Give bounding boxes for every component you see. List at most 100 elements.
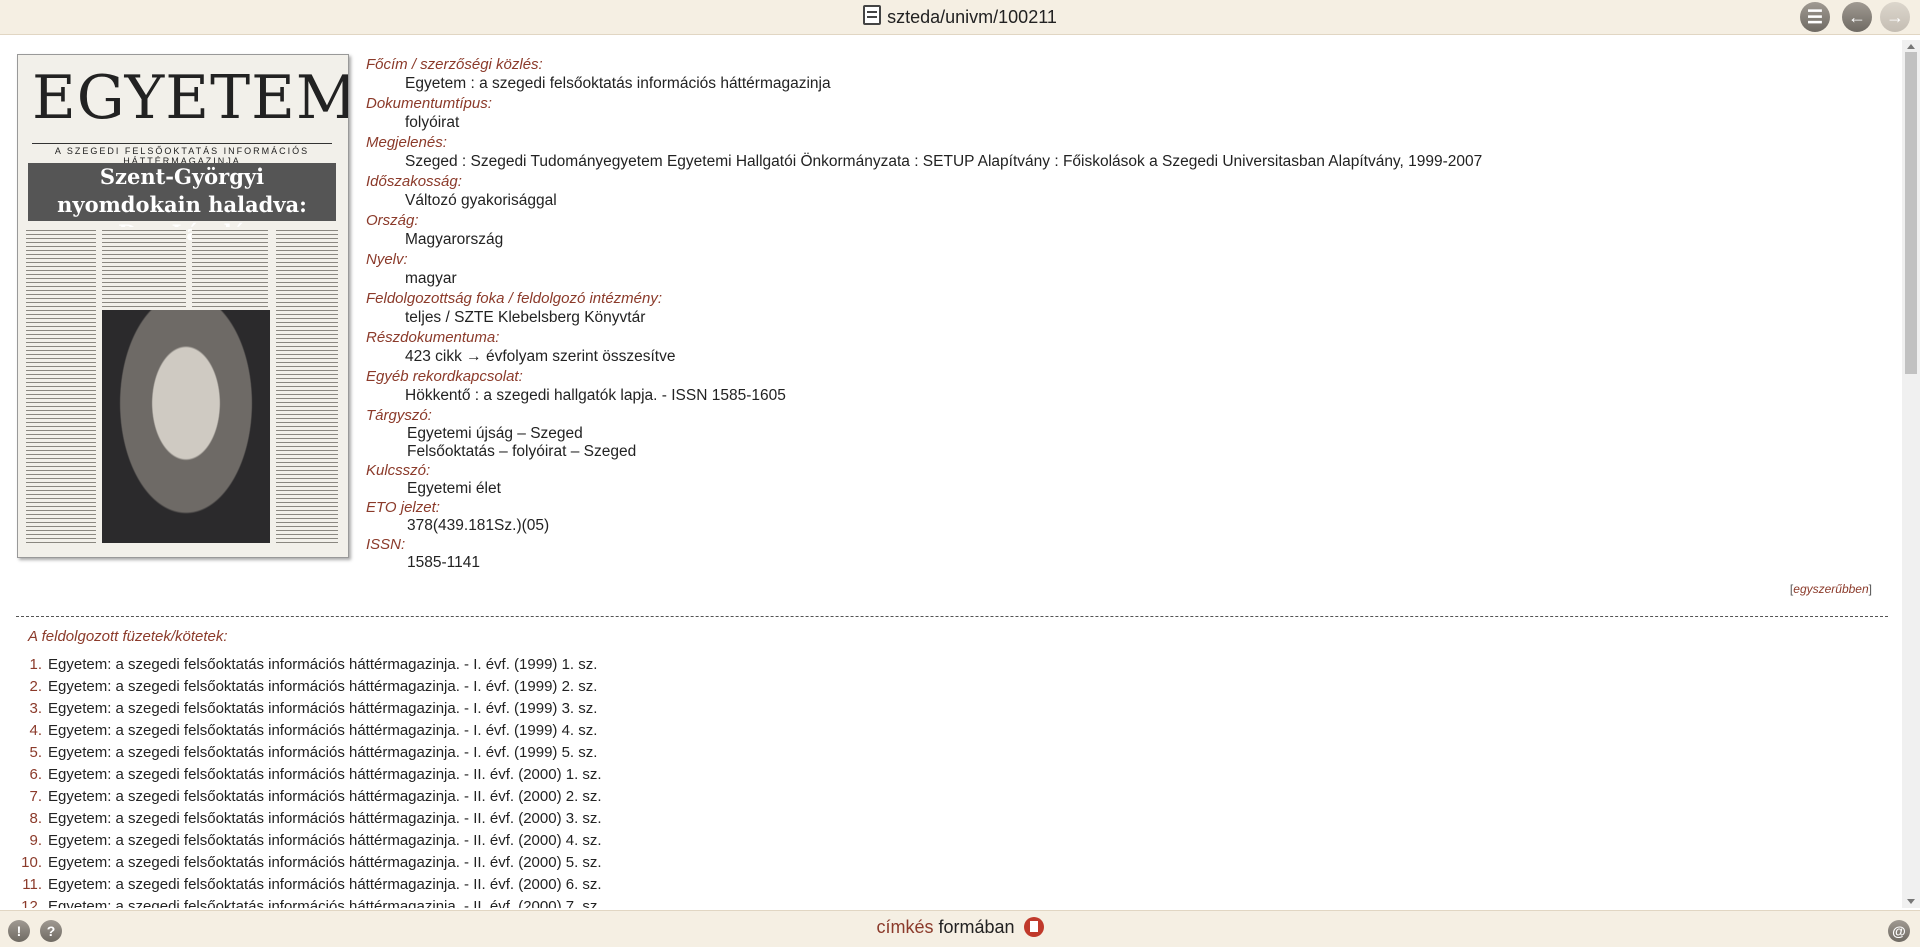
volume-link[interactable]: Egyetem: a szegedi felsőoktatás informác…	[48, 830, 602, 852]
volume-link[interactable]: Egyetem: a szegedi felsőoktatás informác…	[48, 808, 602, 830]
list-item[interactable]: 6. Egyetem: a szegedi felsőoktatás inform…	[0, 764, 1200, 786]
list-item-number: 2.	[29, 678, 42, 695]
list-item[interactable]: 8. Egyetem: a szegedi felsőoktatás inform…	[0, 808, 1200, 830]
scroll-up-icon[interactable]	[1907, 44, 1915, 49]
cover-masthead: EGYETEM	[32, 63, 349, 133]
volume-link[interactable]: Egyetem: a szegedi felsőoktatás informác…	[48, 720, 597, 742]
field-label: Ország:	[366, 212, 419, 229]
list-item-number: 1.	[29, 656, 42, 673]
volume-link[interactable]: Egyetem: a szegedi felsőoktatás informác…	[48, 742, 597, 764]
volume-link[interactable]: Egyetem: a szegedi felsőoktatás informác…	[48, 874, 602, 896]
field-label: Részdokumentuma:	[366, 329, 500, 346]
bracket-close: ]	[1868, 582, 1872, 596]
simpler-link-label[interactable]: egyszerűbben	[1793, 582, 1868, 596]
list-item-number: 3.	[29, 700, 42, 717]
scrollbar-thumb[interactable]	[1905, 52, 1917, 374]
field-label: ISSN:	[366, 536, 406, 553]
field-value: 423 cikk → évfolyam szerint összesítve	[405, 348, 676, 365]
list-item-number: 11.	[22, 876, 42, 893]
list-item[interactable]: 5. Egyetem: a szegedi felsőoktatás inform…	[0, 742, 1200, 764]
volume-link[interactable]: Egyetem: a szegedi felsőoktatás informác…	[48, 764, 602, 786]
field-value: Hökkentő : a szegedi hallgatók lapja. - …	[405, 387, 786, 404]
list-item[interactable]: 1. Egyetem: a szegedi felsőoktatás inform…	[0, 654, 1200, 676]
back-button[interactable]: ←	[1842, 2, 1872, 32]
cover-headline-line1: Szent-Györgyi nyomdokain haladva:	[57, 164, 307, 217]
field-value: folyóirat	[405, 114, 460, 131]
contact-button[interactable]: @	[1888, 920, 1910, 942]
volume-link[interactable]: Egyetem: a szegedi felsőoktatás informác…	[48, 698, 597, 720]
arrow-left-icon: ←	[1848, 7, 1866, 27]
cover-text-column	[276, 227, 338, 545]
bottom-bar: ! ? címkés formában @	[0, 910, 1920, 947]
simpler-view-link[interactable]: [egyszerűbben]	[1790, 582, 1872, 596]
list-item[interactable]: 9. Egyetem: a szegedi felsőoktatás inform…	[0, 830, 1200, 852]
volume-link[interactable]: Egyetem: a szegedi felsőoktatás informác…	[48, 896, 602, 908]
list-item[interactable]: 11. Egyetem: a szegedi felsőoktatás infor…	[0, 874, 1200, 896]
list-item[interactable]: 7. Egyetem: a szegedi felsőoktatás inform…	[0, 786, 1200, 808]
field-value: Egyetem : a szegedi felsőoktatás informá…	[405, 75, 831, 92]
cover-headline: Szent-Györgyi nyomdokain haladva: Dux Lá…	[28, 163, 336, 245]
field-label: ETO jelzet:	[366, 499, 440, 516]
list-item[interactable]: 10. Egyetem: a szegedi felsőoktatás infor…	[0, 852, 1200, 874]
field-label: Kulcsszó:	[366, 462, 431, 479]
list-item[interactable]: 4. Egyetem: a szegedi felsőoktatás inform…	[0, 720, 1200, 742]
field-label: Főcím / szerzőségi közlés:	[366, 56, 543, 73]
volume-link[interactable]: Egyetem: a szegedi felsőoktatás informác…	[48, 852, 602, 874]
field-label: Nyelv:	[366, 251, 408, 268]
field-value: Felsőoktatás – folyóirat – Szeged	[407, 443, 637, 460]
arrow-right-icon: →	[1886, 7, 1904, 27]
scroll-down-icon[interactable]	[1907, 899, 1915, 904]
field-value: Változó gyakorisággal	[405, 192, 557, 209]
top-bar: szteda/univm/100211 ☰ ← →	[0, 0, 1920, 35]
record-id: szteda/univm/100211	[887, 7, 1057, 27]
volume-link[interactable]: Egyetem: a szegedi felsőoktatás informác…	[48, 786, 602, 808]
list-item[interactable]: 3. Egyetem: a szegedi felsőoktatás inform…	[0, 698, 1200, 720]
list-item-number: 10.	[21, 854, 42, 871]
list-item-number: 9.	[29, 832, 42, 849]
list-item-number: 6.	[29, 766, 42, 783]
forward-button[interactable]: →	[1880, 2, 1910, 32]
cover-text-column	[102, 227, 186, 307]
field-label: Feldolgozottság foka / feldolgozó intézm…	[366, 290, 663, 307]
page-title: szteda/univm/100211	[0, 5, 1920, 28]
list-item-number: 8.	[29, 810, 42, 827]
vertical-scrollbar[interactable]	[1902, 40, 1920, 908]
field-value: teljes / SZTE Klebelsberg Könyvtár	[405, 309, 646, 326]
labeled-format-link[interactable]: címkés formában	[0, 917, 1920, 938]
format-word1: címkés	[876, 917, 934, 937]
format-word2: formában	[938, 917, 1015, 937]
list-icon: ☰	[1806, 7, 1824, 27]
cover-text-column	[192, 227, 268, 307]
field-label: Megjelenés:	[366, 134, 447, 151]
pdf-icon[interactable]	[1023, 917, 1044, 937]
record-content: EGYETEM A SZEGEDI FELSŐOKTATÁS INFORMÁCI…	[0, 40, 1900, 908]
divider	[16, 616, 1888, 617]
cover-image[interactable]: EGYETEM A SZEGEDI FELSŐOKTATÁS INFORMÁCI…	[17, 54, 349, 558]
field-label: Tárgyszó:	[366, 407, 432, 424]
list-item-number: 7.	[29, 788, 42, 805]
field-value: Egyetemi újság – Szeged	[407, 425, 583, 442]
volume-link[interactable]: Egyetem: a szegedi felsőoktatás informác…	[48, 654, 597, 676]
list-item[interactable]: 12. Egyetem: a szegedi felsőoktatás infor…	[0, 896, 1200, 908]
list-item-number: 5.	[29, 744, 42, 761]
list-view-button[interactable]: ☰	[1800, 2, 1830, 32]
field-value: Magyarország	[405, 231, 504, 248]
field-value: Szeged : Szegedi Tudományegyetem Egyetem…	[405, 153, 1483, 170]
field-label: Időszakosság:	[366, 173, 462, 190]
volume-link[interactable]: Egyetem: a szegedi felsőoktatás informác…	[48, 676, 597, 698]
cover-text-column	[26, 227, 96, 545]
metadata-fields: Főcím / szerzőségi közlés: Egyetem : a sz…	[366, 55, 1866, 572]
field-value: Egyetemi élet	[407, 480, 501, 497]
cover-photo	[102, 310, 270, 543]
field-value: 1585-1141	[407, 554, 480, 571]
field-label: Egyéb rekordkapcsolat:	[366, 368, 523, 385]
document-icon	[863, 5, 882, 25]
field-label: Dokumentumtípus:	[366, 95, 492, 112]
list-item[interactable]: 2. Egyetem: a szegedi felsőoktatás inform…	[0, 676, 1200, 698]
volumes-heading: A feldolgozott füzetek/kötetek:	[28, 628, 228, 645]
list-item-number: 4.	[29, 722, 42, 739]
list-item-number: 12.	[21, 898, 42, 908]
at-icon: @	[1892, 923, 1906, 939]
volumes-list: 1. Egyetem: a szegedi felsőoktatás inform…	[0, 654, 1200, 908]
field-value: magyar	[405, 270, 457, 287]
